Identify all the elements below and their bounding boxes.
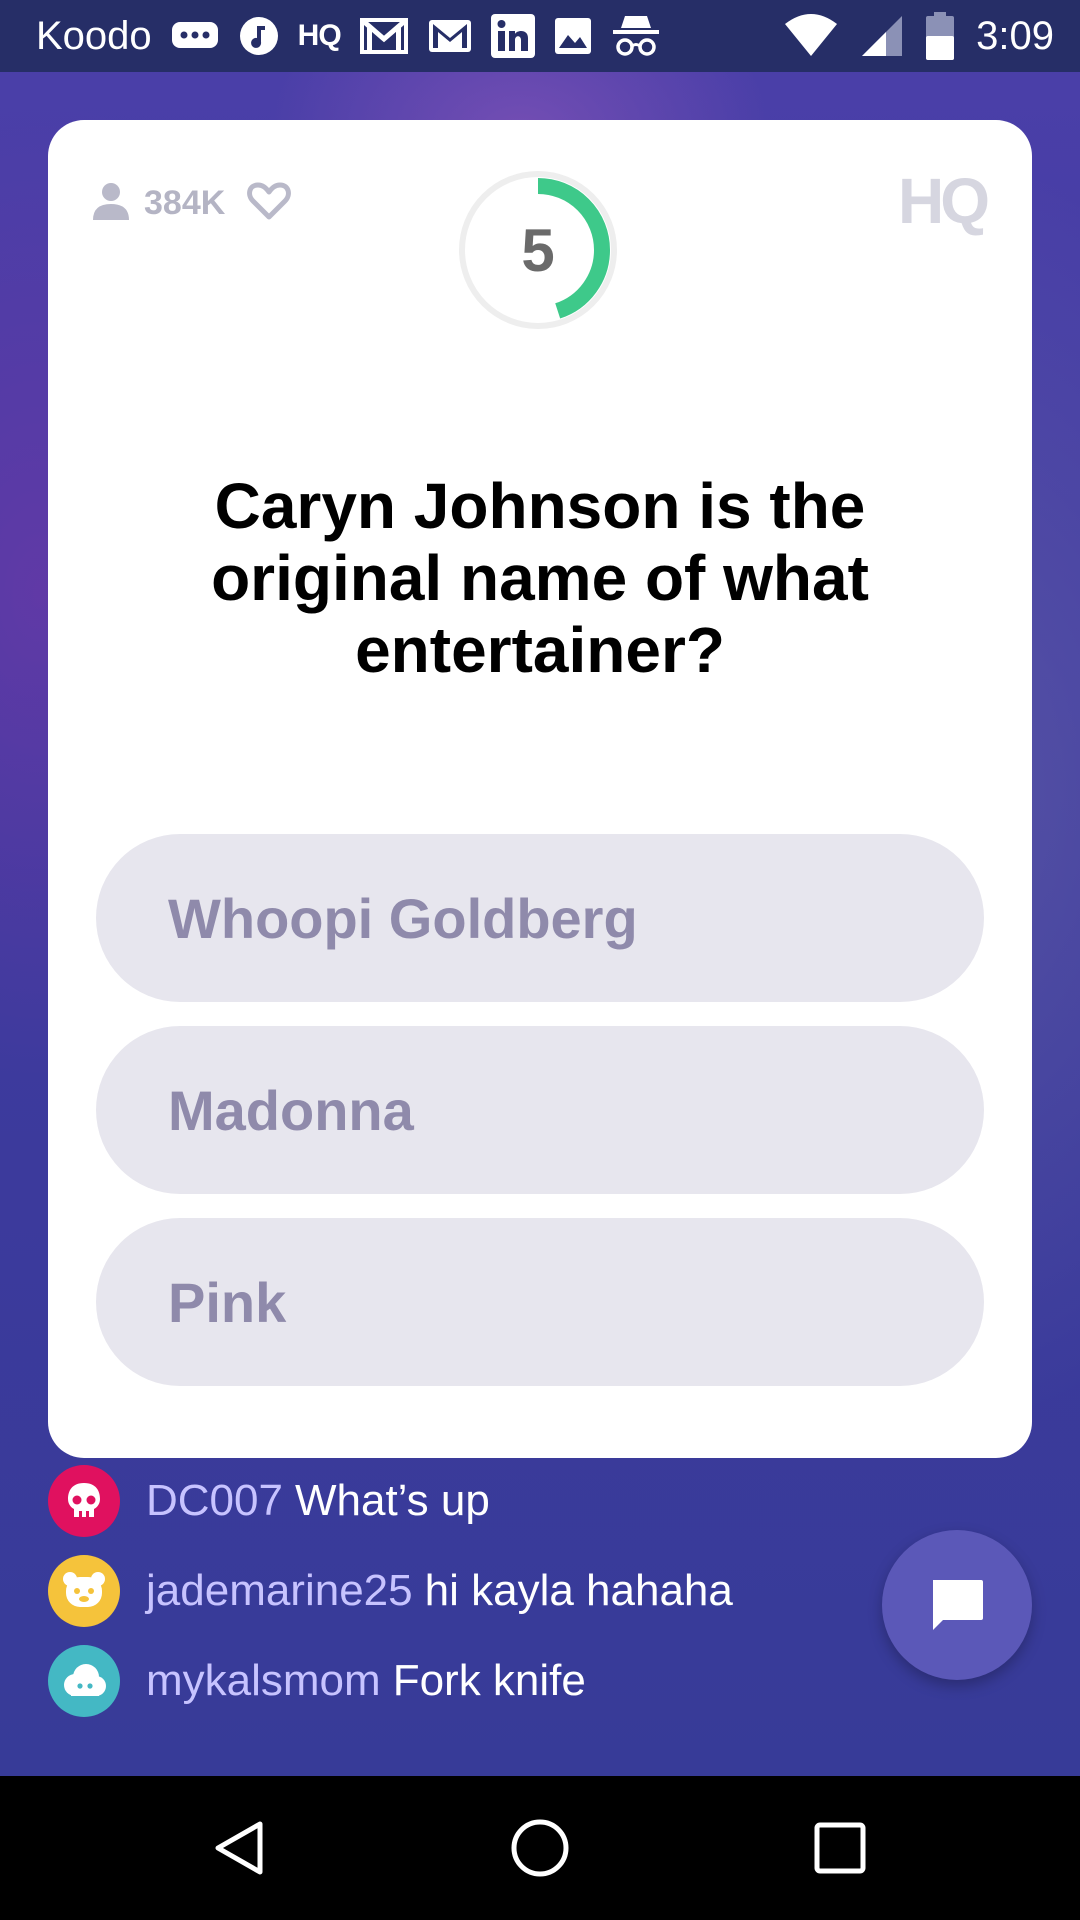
chat-username: mykalsmom — [146, 1656, 381, 1705]
gmail-icon — [359, 17, 409, 55]
user-icon — [92, 180, 130, 226]
message-icon — [170, 18, 220, 54]
timer-number: 5 — [521, 216, 555, 284]
status-bar: Koodo HQ 3:09 — [0, 0, 1080, 72]
answer-option-1[interactable]: Whoopi Goldberg — [96, 834, 984, 1002]
image-icon — [553, 16, 593, 56]
home-button[interactable] — [504, 1812, 576, 1884]
answer-option-2[interactable]: Madonna — [96, 1026, 984, 1194]
back-button[interactable] — [204, 1812, 276, 1884]
home-icon — [511, 1819, 569, 1877]
cloud-icon — [48, 1645, 120, 1717]
battery-icon — [926, 12, 955, 60]
chat-message: mykalsmom Fork knife — [48, 1645, 586, 1717]
gmail-icon — [427, 18, 473, 54]
recents-button[interactable] — [804, 1812, 876, 1884]
skull-icon — [48, 1465, 120, 1537]
heart-icon[interactable] — [247, 181, 292, 225]
status-right: 3:09 — [784, 0, 1054, 72]
chat-text: What’s up — [294, 1476, 490, 1525]
chat-username: jademarine25 — [146, 1566, 413, 1615]
incognito-icon — [611, 14, 661, 58]
answer-option-3[interactable]: Pink — [96, 1218, 984, 1386]
chat-username: DC007 — [146, 1476, 283, 1525]
back-icon — [215, 1821, 263, 1875]
chat-text: hi kayla hahaha — [424, 1566, 733, 1615]
carrier-name: Koodo — [36, 13, 152, 58]
viewer-info: 384K — [92, 180, 292, 226]
cell-signal-icon — [860, 14, 904, 58]
chat-bubble-icon — [933, 1580, 983, 1630]
navigation-bar — [0, 1776, 1080, 1920]
wifi-icon — [784, 14, 838, 58]
hq-logo: HQ — [898, 165, 990, 237]
linkedin-icon — [490, 14, 535, 58]
question-text: Caryn Johnson is the original name of wh… — [211, 470, 869, 686]
chat-message: DC007 What’s up — [48, 1465, 490, 1537]
chat-message: jademarine25 hi kayla hahaha — [48, 1555, 733, 1627]
hq-icon: HQ — [297, 19, 342, 52]
clock: 3:09 — [976, 13, 1054, 58]
recents-icon — [814, 1822, 866, 1874]
chat-text: Fork knife — [392, 1656, 586, 1705]
countdown-timer: 5 — [456, 168, 620, 332]
music-icon — [238, 15, 280, 57]
viewer-count: 384K — [144, 183, 226, 222]
question-card: 384K 5 HQ Caryn Johnson is the original … — [48, 120, 1032, 1458]
status-left: Koodo HQ — [36, 0, 661, 72]
bear-icon — [48, 1555, 120, 1627]
chat-button[interactable] — [882, 1530, 1032, 1680]
